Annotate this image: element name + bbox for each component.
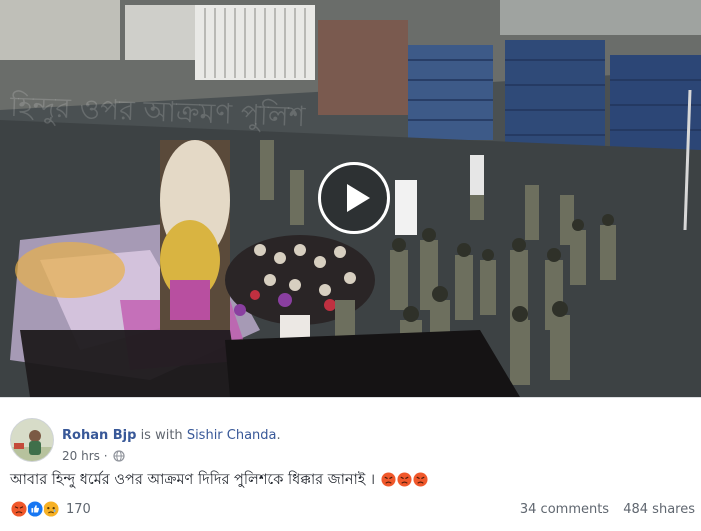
tagged-person[interactable]: Sishir Chanda <box>187 428 277 443</box>
engagement-counts: 34 comments 484 shares <box>520 502 695 517</box>
post-footer: Rohan Bjp is with Sishir Chanda. 20 hrs … <box>0 397 701 531</box>
tagged-suffix: . <box>276 428 281 443</box>
with-text: is with <box>140 428 183 443</box>
play-icon <box>347 184 370 212</box>
angry-emoji-icon <box>397 472 412 487</box>
play-button[interactable] <box>318 162 390 234</box>
author-name[interactable]: Rohan Bjp <box>62 428 136 443</box>
angry-reaction-icon <box>10 500 28 518</box>
comments-count[interactable]: 34 comments <box>520 502 609 517</box>
angry-emoji-icon <box>413 472 428 487</box>
post-header: Rohan Bjp is with Sishir Chanda. <box>62 428 281 443</box>
reaction-count[interactable]: 170 <box>66 502 91 517</box>
meta-separator: · <box>103 449 108 463</box>
post-meta: 20 hrs · <box>62 449 125 463</box>
like-reaction-icon <box>26 500 44 518</box>
post-message: আবার হিন্দু ধর্মের ওপর আক্রমণ দিদির পুলি… <box>10 472 376 488</box>
post-text: আবার হিন্দু ধর্মের ওপর আক্রমণ দিদির পুলি… <box>10 469 428 493</box>
globe-icon[interactable] <box>113 450 125 462</box>
facebook-video-post: হিন্দুর ওপর আক্রমণ পুলিশ Rohan Bjp is wi… <box>0 0 701 531</box>
sad-reaction-icon <box>42 500 60 518</box>
avatar[interactable] <box>10 418 54 462</box>
post-timestamp[interactable]: 20 hrs <box>62 449 100 463</box>
video-player[interactable]: হিন্দুর ওপর আক্রমণ পুলিশ <box>0 0 701 397</box>
angry-emoji-icon <box>381 472 396 487</box>
avatar-image <box>11 419 53 461</box>
shares-count[interactable]: 484 shares <box>623 502 695 517</box>
